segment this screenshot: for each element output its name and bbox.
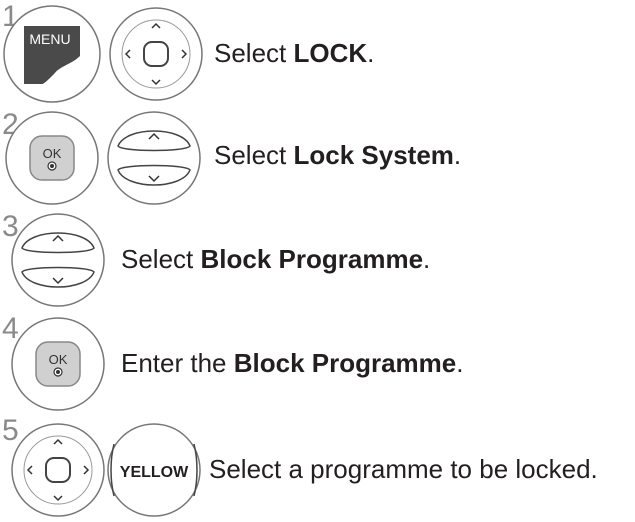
step-4: 4 OK Enter the Block Programme. [0,312,635,412]
menu-label: MENU [29,31,70,47]
step-1-instruction: Select LOCK. [214,38,375,68]
yellow-button-icon: YELLOW [107,423,201,517]
ok-button-icon: OK [5,111,99,205]
navigation-pad-icon [11,423,105,517]
navigation-pad-icon [109,7,203,101]
step-5-instruction: Select a programme to be locked. [209,454,598,484]
step-4-instruction: Enter the Block Programme. [121,348,464,378]
ok-label: OK [43,146,62,161]
yellow-label: YELLOW [120,464,189,481]
ok-label: OK [49,352,68,367]
step-3: 3 Select Block Programme. [0,210,635,310]
up-down-button-icon [107,111,201,205]
ok-button-icon: OK [11,317,105,411]
up-down-button-icon [11,213,105,307]
step-5: 5 YELLOW Select a programme to be locked… [0,414,635,522]
step-3-instruction: Select Block Programme. [121,244,431,274]
step-2-instruction: Select Lock System. [214,140,462,170]
step-1: 1 MENU Select LOCK. [0,0,635,105]
menu-button-icon: MENU [3,5,101,103]
step-2: 2 OK Select Lock System. [0,108,635,208]
